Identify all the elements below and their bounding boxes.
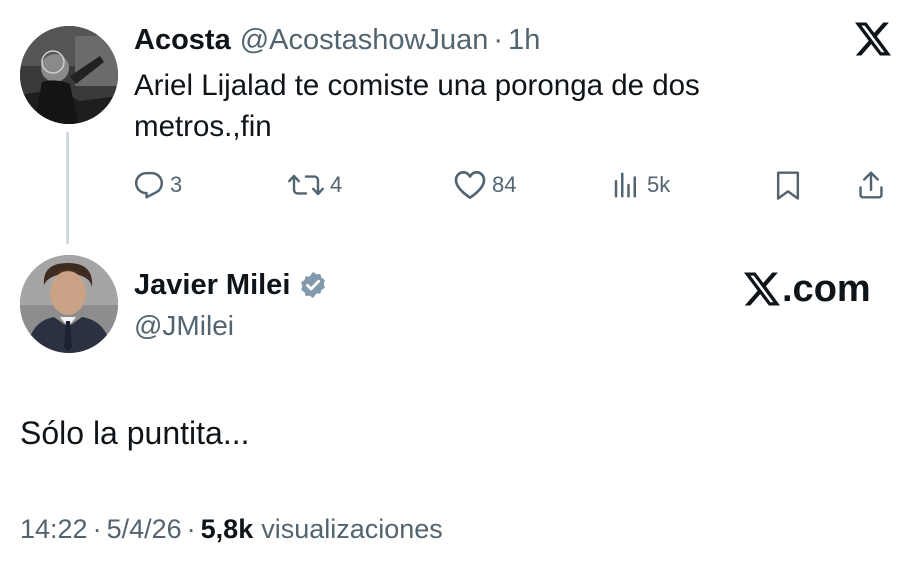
repost-icon xyxy=(288,174,324,196)
acosta-avatar[interactable] xyxy=(20,26,118,124)
bookmark-action[interactable] xyxy=(773,166,803,204)
x-com-suffix: .com xyxy=(782,267,871,310)
milei-avatar-photo xyxy=(20,255,118,353)
share-action[interactable] xyxy=(856,166,886,204)
main-tweet-time[interactable]: 14:22 xyxy=(20,514,88,545)
analytics-icon xyxy=(614,172,636,198)
reply-author-name[interactable]: Acosta xyxy=(134,22,231,58)
x-logo-icon xyxy=(744,272,780,306)
x-logo-icon xyxy=(855,22,891,56)
meta-separator-1: · xyxy=(92,513,102,544)
thread-connector-line xyxy=(66,132,69,244)
repost-action[interactable]: 4 xyxy=(288,166,342,204)
reply-header-separator: · xyxy=(493,24,504,56)
reply-count: 3 xyxy=(170,172,183,197)
bookmark-icon xyxy=(776,171,800,200)
verified-badge-icon xyxy=(301,271,326,299)
reply-tweet-header: Acosta @AcostashowJuan · 1h xyxy=(134,22,540,58)
reply-author-handle[interactable]: @AcostashowJuan xyxy=(240,22,489,58)
main-tweet-text: Sólo la puntita... xyxy=(20,415,250,451)
views-count: 5k xyxy=(647,172,671,197)
main-author-handle[interactable]: @JMilei xyxy=(134,308,234,344)
reply-tweet-actions: 3 4 84 5k xyxy=(134,166,894,204)
main-tweet-views-count: 5,8k xyxy=(200,513,254,544)
main-author-name[interactable]: Javier Milei xyxy=(134,269,290,302)
reply-icon xyxy=(134,171,164,199)
reply-action[interactable]: 3 xyxy=(134,166,182,204)
acosta-avatar-photo xyxy=(20,26,118,124)
heart-icon xyxy=(454,171,486,200)
repost-count: 4 xyxy=(330,172,343,197)
reply-timestamp[interactable]: 1h xyxy=(508,22,540,58)
like-action[interactable]: 84 xyxy=(454,166,516,204)
main-tweet-date[interactable]: 5/4/26 xyxy=(107,514,182,545)
views-action[interactable]: 5k xyxy=(611,166,670,204)
meta-separator-2: · xyxy=(186,513,196,544)
x-com-watermark: .com xyxy=(744,266,871,312)
main-tweet-meta: 14:22 · 5/4/26 · 5,8k visualizaciones xyxy=(20,509,443,549)
milei-avatar[interactable] xyxy=(20,255,118,353)
like-count: 84 xyxy=(492,172,517,197)
main-author-row: Javier Milei xyxy=(134,266,328,304)
share-icon xyxy=(859,171,883,199)
reply-tweet-text: Ariel Lijalad te comiste una poronga de … xyxy=(134,69,700,143)
main-tweet-views-label: visualizaciones xyxy=(261,513,443,544)
